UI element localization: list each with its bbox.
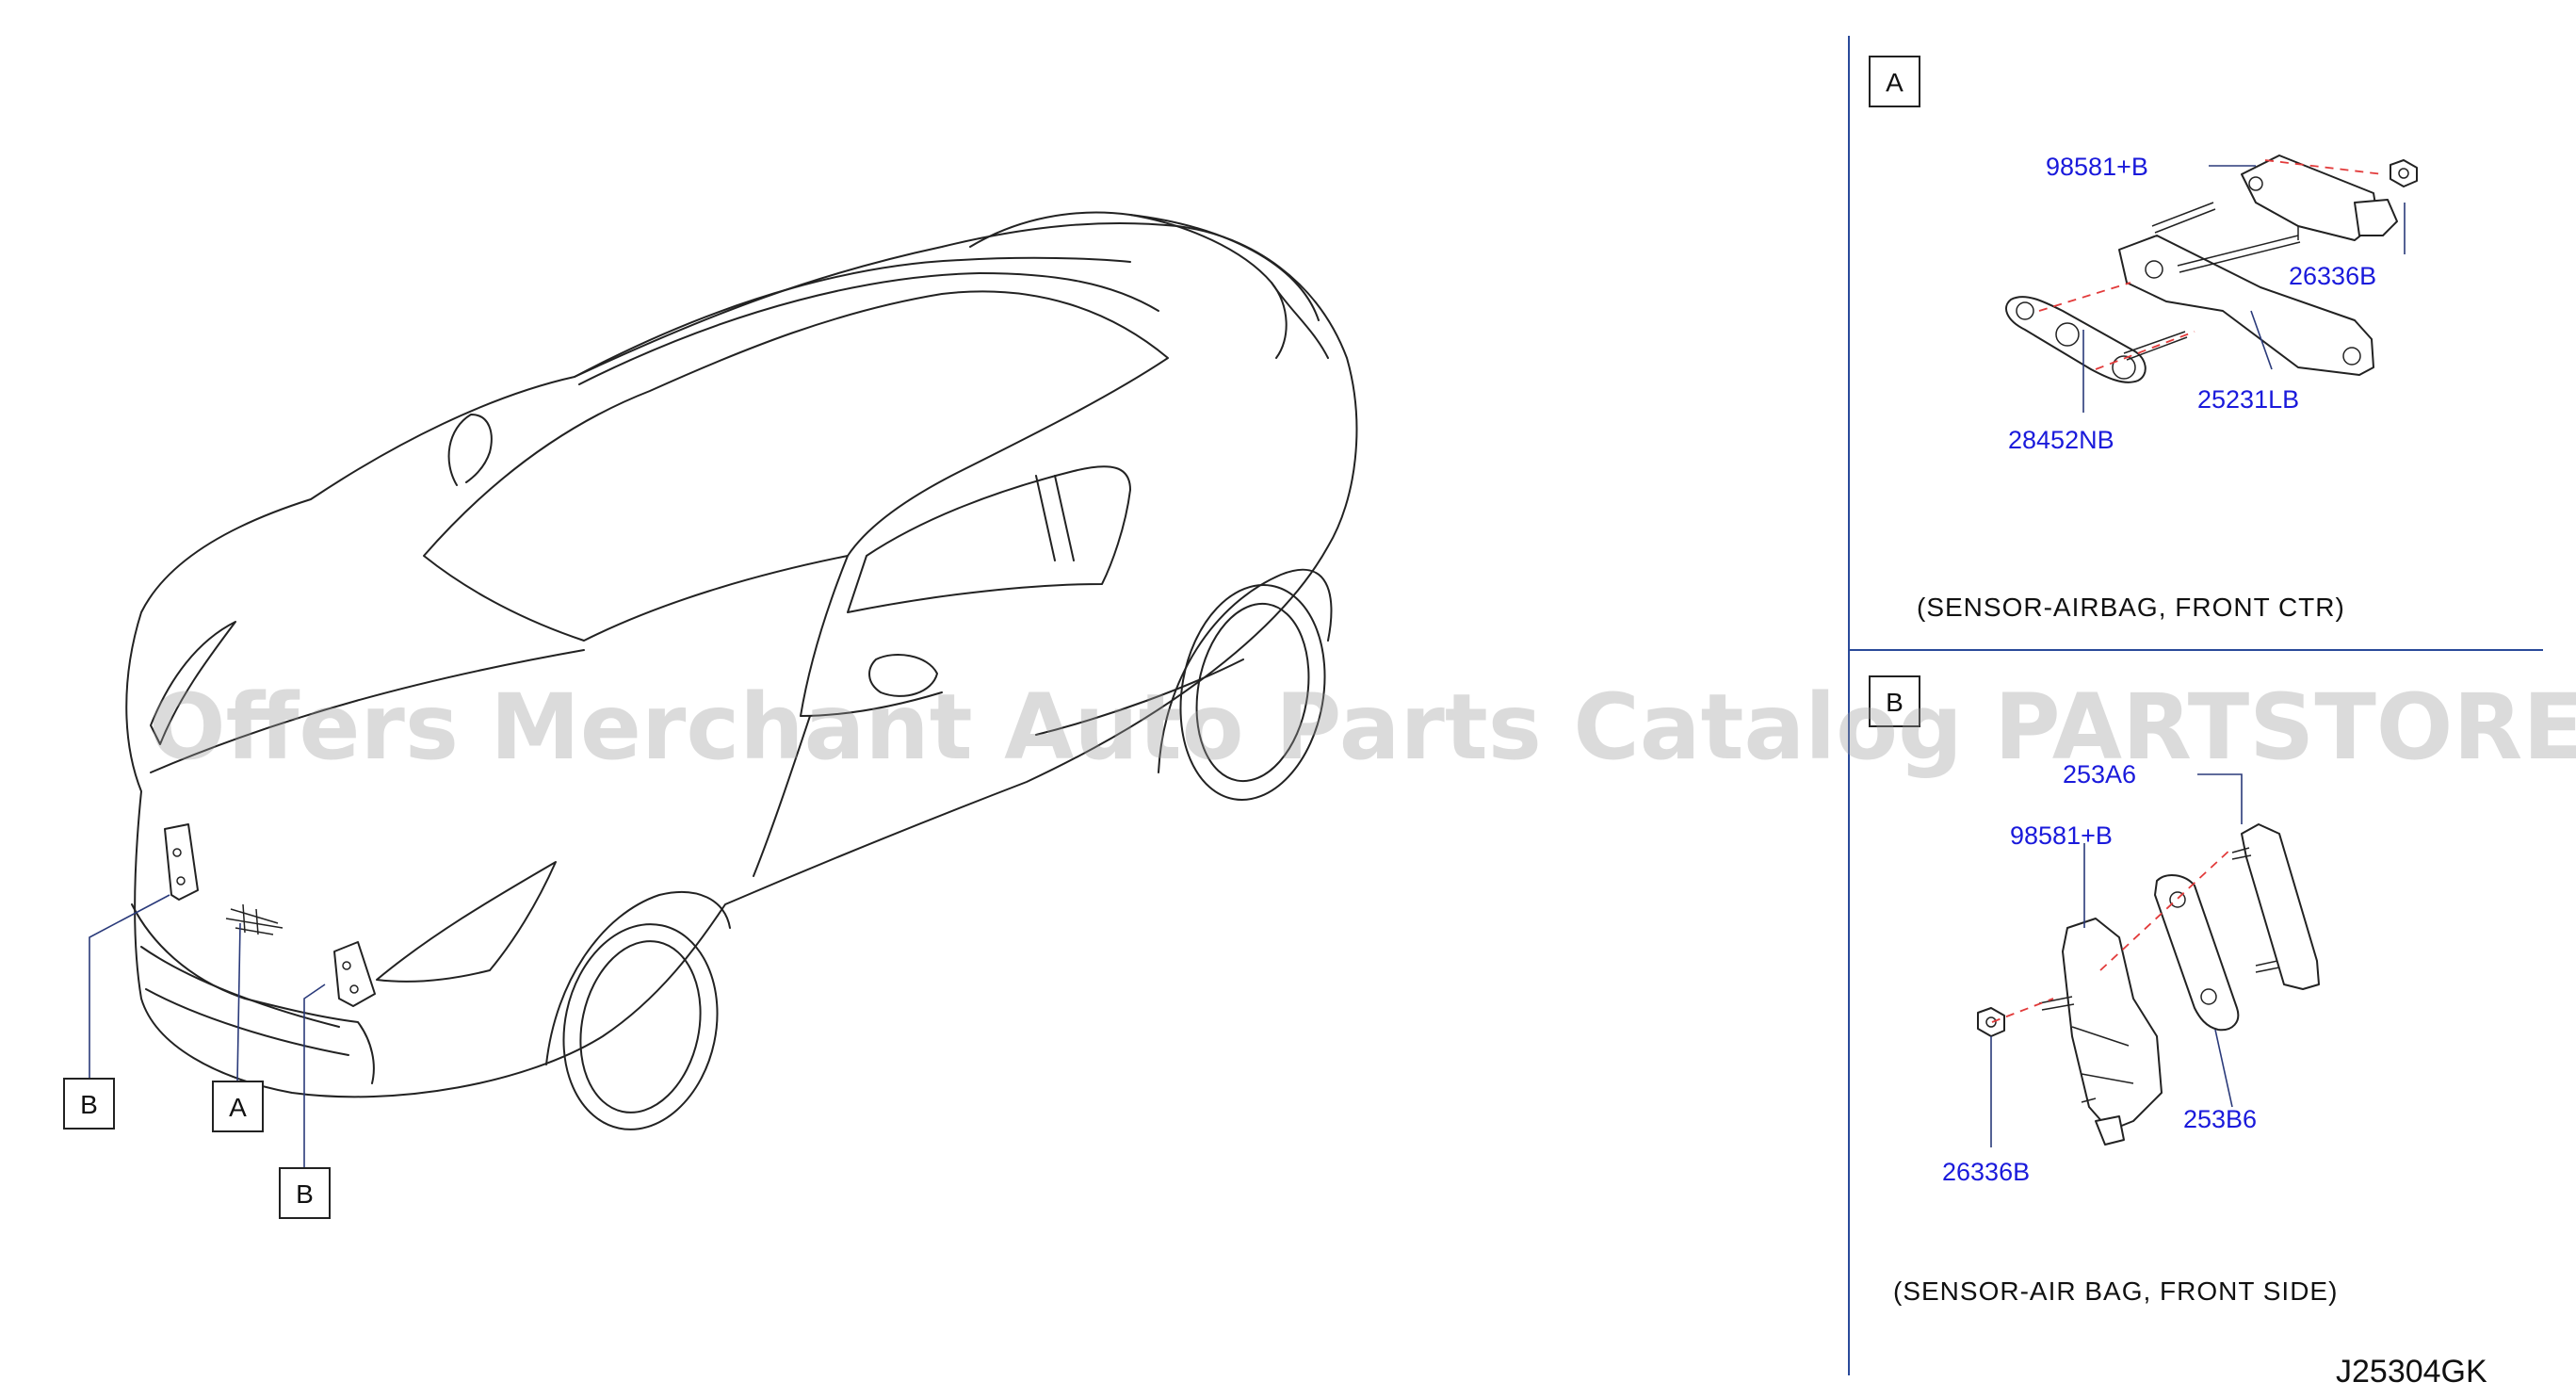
parts-diagram: B A B A 98581+B 26336B 25231LB 28452NB (… (63, 36, 2576, 1390)
watermark-text: Offers Merchant Auto Parts Catalog PARTS… (149, 675, 2576, 780)
nut-26336b-a (2390, 159, 2418, 187)
svg-text:B: B (296, 1179, 314, 1209)
panel-a: A 98581+B 26336B 25231LB 28452NB (SENSOR… (1869, 56, 2418, 622)
svg-text:B: B (80, 1090, 98, 1119)
label-28452nb: 28452NB (2008, 426, 2114, 454)
plate-28452nb (2005, 296, 2147, 383)
panel-a-letter-box: A (1869, 56, 1920, 107)
bracket-25231lb (2118, 235, 2374, 376)
callout-box-b-left: B (63, 1078, 115, 1130)
callout-box-a: A (212, 1081, 264, 1132)
label-98581b-b: 98581+B (2010, 821, 2113, 850)
callout-box-b-right: B (279, 1167, 331, 1219)
label-25231lb: 25231LB (2197, 385, 2299, 414)
panel-a-caption: (SENSOR-AIRBAG, FRONT CTR) (1917, 593, 2345, 622)
svg-text:A: A (1886, 68, 1904, 97)
bracket-253a6 (2241, 823, 2320, 990)
car-sensor-left (164, 823, 199, 901)
panel-b-caption: (SENSOR-AIR BAG, FRONT SIDE) (1893, 1276, 2338, 1306)
label-26336b-a: 26336B (2289, 262, 2376, 290)
nut-26336b-b (1977, 1007, 2005, 1037)
car-sensor-right (333, 941, 376, 1007)
diagram-code: J25304GK (2336, 1354, 2487, 1390)
plate-253b6 (2154, 874, 2240, 1032)
sensor-98581b-side (2062, 918, 2163, 1131)
svg-text:A: A (229, 1093, 247, 1122)
label-26336b-b: 26336B (1942, 1158, 2030, 1186)
car-sensor-center (225, 903, 284, 935)
label-98581b-a: 98581+B (2046, 153, 2148, 181)
label-253b6: 253B6 (2183, 1105, 2257, 1133)
